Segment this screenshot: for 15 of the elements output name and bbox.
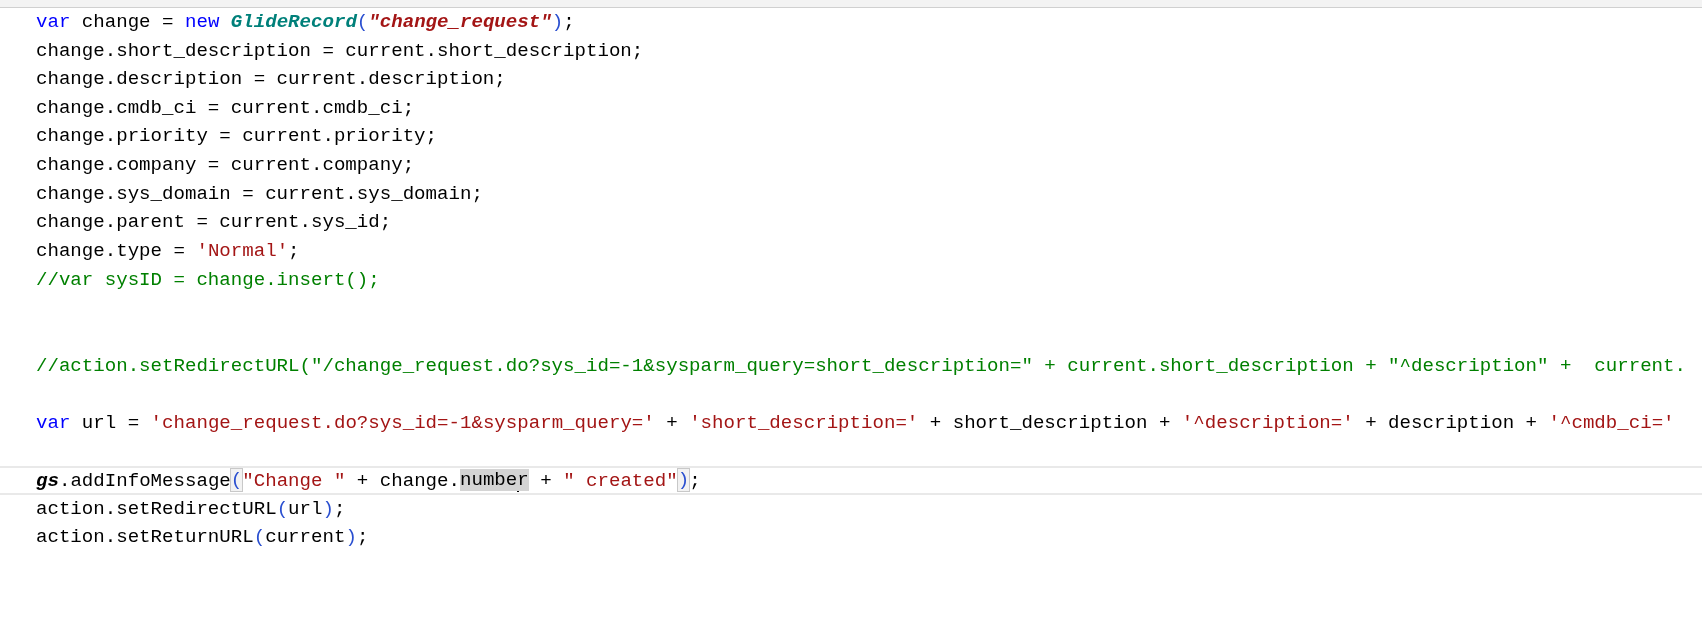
- code-line: change.type = 'Normal';: [36, 240, 300, 263]
- code-line: change.priority = current.priority;: [36, 125, 438, 149]
- code-line: change.parent = current.sys_id;: [36, 211, 392, 235]
- code-line: change.cmdb_ci = current.cmdb_ci;: [36, 96, 415, 120]
- code-line: //action.setRedirectURL("/change_request.do?sys_id=-1&sysparm_query=short_description=" + current.short_description + "^description" + current.: [36, 354, 1686, 378]
- code-line: change.sys_domain = current.sys_domain;: [36, 182, 483, 206]
- code-line: change.company = current.company;: [36, 154, 415, 177]
- code-line: change.description = current.description;: [36, 68, 506, 92]
- code-line: gs.addInfoMessage("Change " + change.number + " created");: [36, 468, 701, 493]
- code-line: var url = 'change_request.do?sys_id=-1&sysparm_query=' + 'short_description=' + short_description + '^description=' + description + '^cmdb_ci=': [36, 411, 1675, 435]
- code-line: var change = new GlideRecord("change_request");: [36, 10, 575, 34]
- code-line: action.setReturnURL(current);: [36, 526, 369, 550]
- code-line: action.setRedirectURL(url);: [36, 497, 346, 521]
- code-line: change.short_description = current.short_description;: [36, 39, 644, 63]
- code-line: //var sysID = change.insert();: [36, 268, 380, 292]
